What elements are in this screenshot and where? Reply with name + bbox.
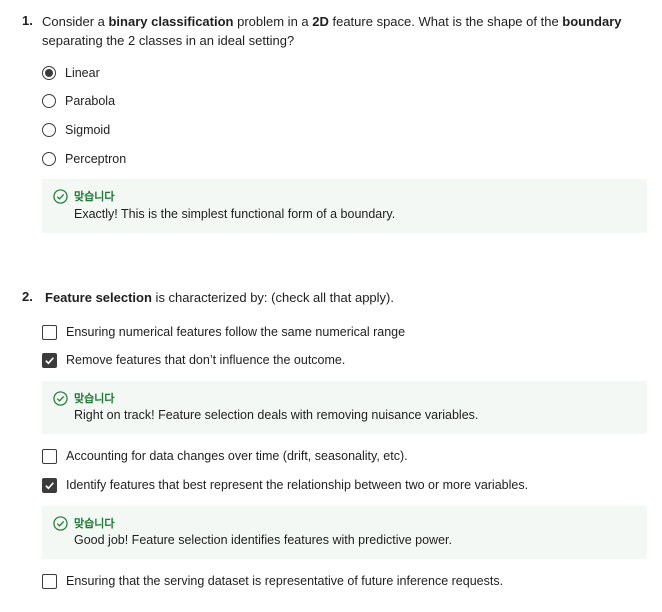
question-text-bold: boundary xyxy=(562,14,622,29)
feedback-status-label: 맞습니다 xyxy=(74,393,115,405)
question-number: 1. xyxy=(22,13,33,28)
feedback-status-label: 맞습니다 xyxy=(74,191,115,203)
radio-button[interactable] xyxy=(42,123,56,137)
feedback-correct: 맞습니다 Good job! Feature selection identif… xyxy=(42,506,647,559)
checkmark-icon xyxy=(45,356,54,364)
option-label: Ensuring that the serving dataset is rep… xyxy=(66,574,504,588)
feedback-message: Good job! Feature selection identifies f… xyxy=(74,533,452,547)
question-text-part: feature space. What is the shape of the xyxy=(328,14,563,29)
option-data-changes[interactable]: Accounting for data changes over time (d… xyxy=(42,446,408,466)
option-perceptron[interactable]: Perceptron xyxy=(42,149,126,169)
question-text-part: is characterized by: (check all that app… xyxy=(151,290,394,305)
feedback-message: Right on track! Feature selection deals … xyxy=(74,408,479,422)
checkbox[interactable] xyxy=(42,573,57,589)
option-label: Perceptron xyxy=(65,152,127,166)
option-parabola[interactable]: Parabola xyxy=(42,91,115,111)
option-label: Accounting for data changes over time (d… xyxy=(66,449,408,463)
radio-button[interactable] xyxy=(42,152,56,166)
checkbox[interactable] xyxy=(42,448,57,464)
option-numerical-range[interactable]: Ensuring numerical features follow the s… xyxy=(42,322,405,342)
option-serving-dataset[interactable]: Ensuring that the serving dataset is rep… xyxy=(42,571,503,591)
checkmark-icon xyxy=(45,481,54,489)
checkbox[interactable] xyxy=(42,324,57,340)
check-circle-icon xyxy=(53,390,68,406)
question-text-bold: binary classification xyxy=(108,14,234,29)
feedback-correct: 맞습니다 Exactly! This is the simplest funct… xyxy=(42,179,647,233)
radio-button[interactable] xyxy=(42,94,56,108)
question-text-bold: Feature selection xyxy=(45,290,152,305)
question-text-part: Consider a xyxy=(42,14,109,29)
feedback-status-label: 맞습니다 xyxy=(74,518,115,530)
option-sigmoid[interactable]: Sigmoid xyxy=(42,120,110,140)
option-label: Linear xyxy=(65,66,100,80)
question-text: Consider a binary classification problem… xyxy=(42,12,642,50)
question-text-part: separating the 2 classes in an ideal set… xyxy=(42,33,295,48)
feedback-correct: 맞습니다 Right on track! Feature selection d… xyxy=(42,381,647,434)
feedback-message: Exactly! This is the simplest functional… xyxy=(74,207,396,221)
question-number: 2. xyxy=(22,289,33,304)
option-label: Remove features that don’t influence the… xyxy=(66,353,346,367)
option-label: Parabola xyxy=(65,94,116,108)
option-linear[interactable]: Linear xyxy=(42,63,100,83)
checkbox[interactable] xyxy=(42,477,57,493)
feedback-status: 맞습니다 xyxy=(53,390,114,406)
check-circle-icon xyxy=(53,515,68,531)
checkbox[interactable] xyxy=(42,352,57,368)
radio-button[interactable] xyxy=(42,66,56,80)
question-text-bold: 2D xyxy=(312,14,329,29)
option-identify-features[interactable]: Identify features that best represent th… xyxy=(42,475,528,495)
feedback-status: 맞습니다 xyxy=(53,515,114,531)
option-label: Identify features that best represent th… xyxy=(66,478,529,492)
feedback-status: 맞습니다 xyxy=(53,188,114,204)
option-remove-features[interactable]: Remove features that don’t influence the… xyxy=(42,350,345,370)
option-label: Sigmoid xyxy=(65,123,111,137)
check-circle-icon xyxy=(53,188,68,204)
option-label: Ensuring numerical features follow the s… xyxy=(66,325,406,339)
question-text-part: problem in a xyxy=(233,14,313,29)
radio-dot xyxy=(45,69,53,77)
question-text: Feature selection is characterized by: (… xyxy=(45,288,645,307)
